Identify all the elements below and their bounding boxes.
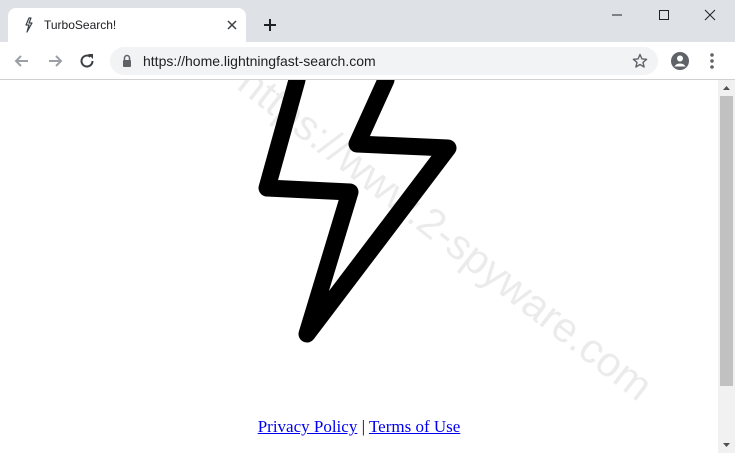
- vertical-scrollbar[interactable]: [718, 80, 735, 453]
- minimize-button[interactable]: [594, 0, 642, 30]
- footer-separator: |: [361, 417, 365, 436]
- lightning-icon: [25, 17, 33, 33]
- tab-title: TurboSearch!: [44, 18, 117, 32]
- browser-tab[interactable]: TurboSearch!: [8, 8, 246, 42]
- tab-close-icon[interactable]: [225, 18, 239, 32]
- account-icon[interactable]: [670, 51, 690, 71]
- arrow-left-icon[interactable]: [12, 51, 32, 71]
- close-icon: [704, 9, 716, 21]
- address-bar[interactable]: https://home.lightningfast-search.com: [110, 47, 658, 75]
- footer-links: Privacy Policy | Terms of Use: [0, 417, 718, 437]
- browser-toolbar: https://home.lightningfast-search.com: [0, 42, 735, 80]
- maximize-icon: [659, 10, 669, 20]
- close-window-button[interactable]: [687, 0, 735, 30]
- star-icon[interactable]: [632, 53, 648, 69]
- terms-of-use-link[interactable]: Terms of Use: [369, 417, 460, 436]
- privacy-policy-link[interactable]: Privacy Policy: [258, 417, 358, 436]
- scroll-up-arrow-icon[interactable]: [718, 80, 735, 96]
- scrollbar-thumb[interactable]: [720, 96, 733, 386]
- scroll-down-arrow-icon[interactable]: [718, 437, 735, 453]
- plus-icon[interactable]: [261, 16, 279, 34]
- title-bar: TurboSearch!: [0, 0, 735, 42]
- lock-icon[interactable]: [122, 54, 132, 68]
- page-content: https://www.2-spyware.com Privacy Policy…: [0, 80, 718, 453]
- url-text[interactable]: https://home.lightningfast-search.com: [143, 53, 376, 69]
- maximize-button[interactable]: [641, 0, 689, 30]
- arrow-right-icon[interactable]: [45, 51, 65, 71]
- reload-icon[interactable]: [77, 51, 97, 71]
- minimize-icon: [612, 14, 622, 16]
- kebab-menu-icon[interactable]: [705, 51, 719, 71]
